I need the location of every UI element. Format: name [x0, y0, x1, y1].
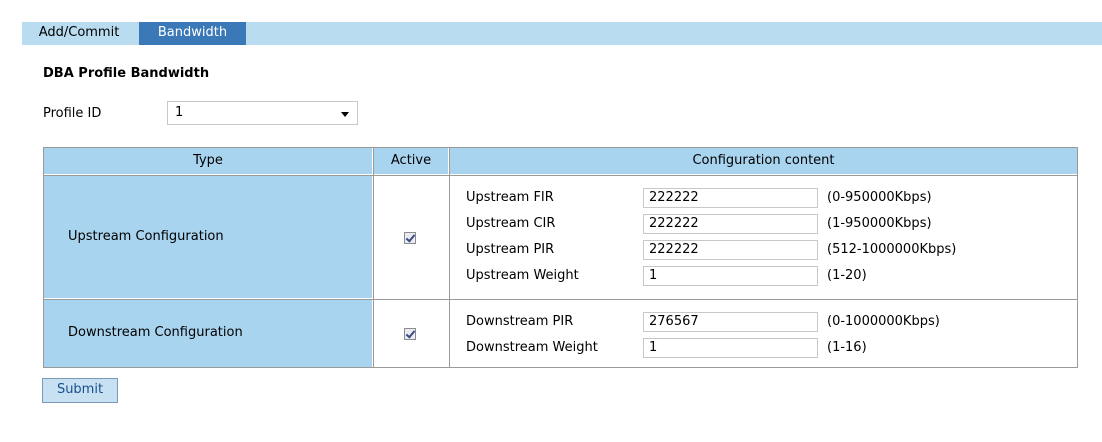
header-active: Active: [374, 148, 448, 174]
upstream-cir-row: Upstream CIR 222222 (1-950000Kbps): [466, 214, 1066, 236]
upstream-pir-input[interactable]: 222222: [643, 240, 818, 260]
upstream-fir-row: Upstream FIR 222222 (0-950000Kbps): [466, 188, 1066, 210]
upstream-weight-row: Upstream Weight 1 (1-20): [466, 266, 1066, 288]
upstream-type-label: Upstream Configuration: [68, 229, 224, 244]
profile-id-select[interactable]: 1: [167, 101, 358, 125]
upstream-pir-label: Upstream PIR: [466, 242, 555, 257]
downstream-active-cell: [374, 300, 448, 367]
downstream-weight-row: Downstream Weight 1 (1-16): [466, 338, 1066, 360]
profile-id-label: Profile ID: [43, 106, 102, 121]
submit-button[interactable]: Submit: [42, 378, 118, 403]
upstream-cir-input[interactable]: 222222: [643, 214, 818, 234]
upstream-weight-label: Upstream Weight: [466, 268, 579, 283]
upstream-fir-label: Upstream FIR: [466, 190, 554, 205]
upstream-fir-range: (0-950000Kbps): [827, 190, 932, 205]
downstream-pir-input[interactable]: 276567: [643, 312, 818, 332]
upstream-weight-range: (1-20): [827, 268, 867, 283]
downstream-pir-label: Downstream PIR: [466, 314, 574, 329]
downstream-pir-range: (0-1000000Kbps): [827, 314, 940, 329]
downstream-weight-range: (1-16): [827, 340, 867, 355]
downstream-config-cell: Downstream PIR 276567 (0-1000000Kbps) Do…: [450, 300, 1077, 367]
downstream-active-checkbox[interactable]: [404, 328, 416, 340]
profile-id-value: 1: [175, 105, 184, 120]
header-configuration: Configuration content: [450, 148, 1077, 174]
upstream-weight-input[interactable]: 1: [643, 266, 818, 286]
downstream-weight-label: Downstream Weight: [466, 340, 598, 355]
tab-bandwidth[interactable]: Bandwidth: [139, 22, 246, 45]
header-type: Type: [44, 148, 372, 174]
bandwidth-table: Type Active Configuration content Upstre…: [43, 147, 1078, 368]
upstream-active-cell: [374, 176, 448, 298]
downstream-weight-input[interactable]: 1: [643, 338, 818, 358]
upstream-cir-label: Upstream CIR: [466, 216, 556, 231]
tab-bar: Add/Commit Bandwidth: [22, 22, 1102, 45]
downstream-type-label: Downstream Configuration: [68, 325, 243, 340]
upstream-type-cell: Upstream Configuration: [44, 176, 372, 298]
downstream-type-cell: Downstream Configuration: [44, 300, 372, 367]
upstream-pir-row: Upstream PIR 222222 (512-1000000Kbps): [466, 240, 1066, 262]
downstream-pir-row: Downstream PIR 276567 (0-1000000Kbps): [466, 312, 1066, 334]
upstream-config-cell: Upstream FIR 222222 (0-950000Kbps) Upstr…: [450, 176, 1077, 298]
upstream-active-checkbox[interactable]: [404, 232, 416, 244]
tab-add-commit[interactable]: Add/Commit: [24, 22, 134, 45]
upstream-fir-input[interactable]: 222222: [643, 188, 818, 208]
upstream-pir-range: (512-1000000Kbps): [827, 242, 957, 257]
chevron-down-icon: [341, 112, 349, 117]
section-title: DBA Profile Bandwidth: [43, 66, 210, 81]
upstream-cir-range: (1-950000Kbps): [827, 216, 932, 231]
